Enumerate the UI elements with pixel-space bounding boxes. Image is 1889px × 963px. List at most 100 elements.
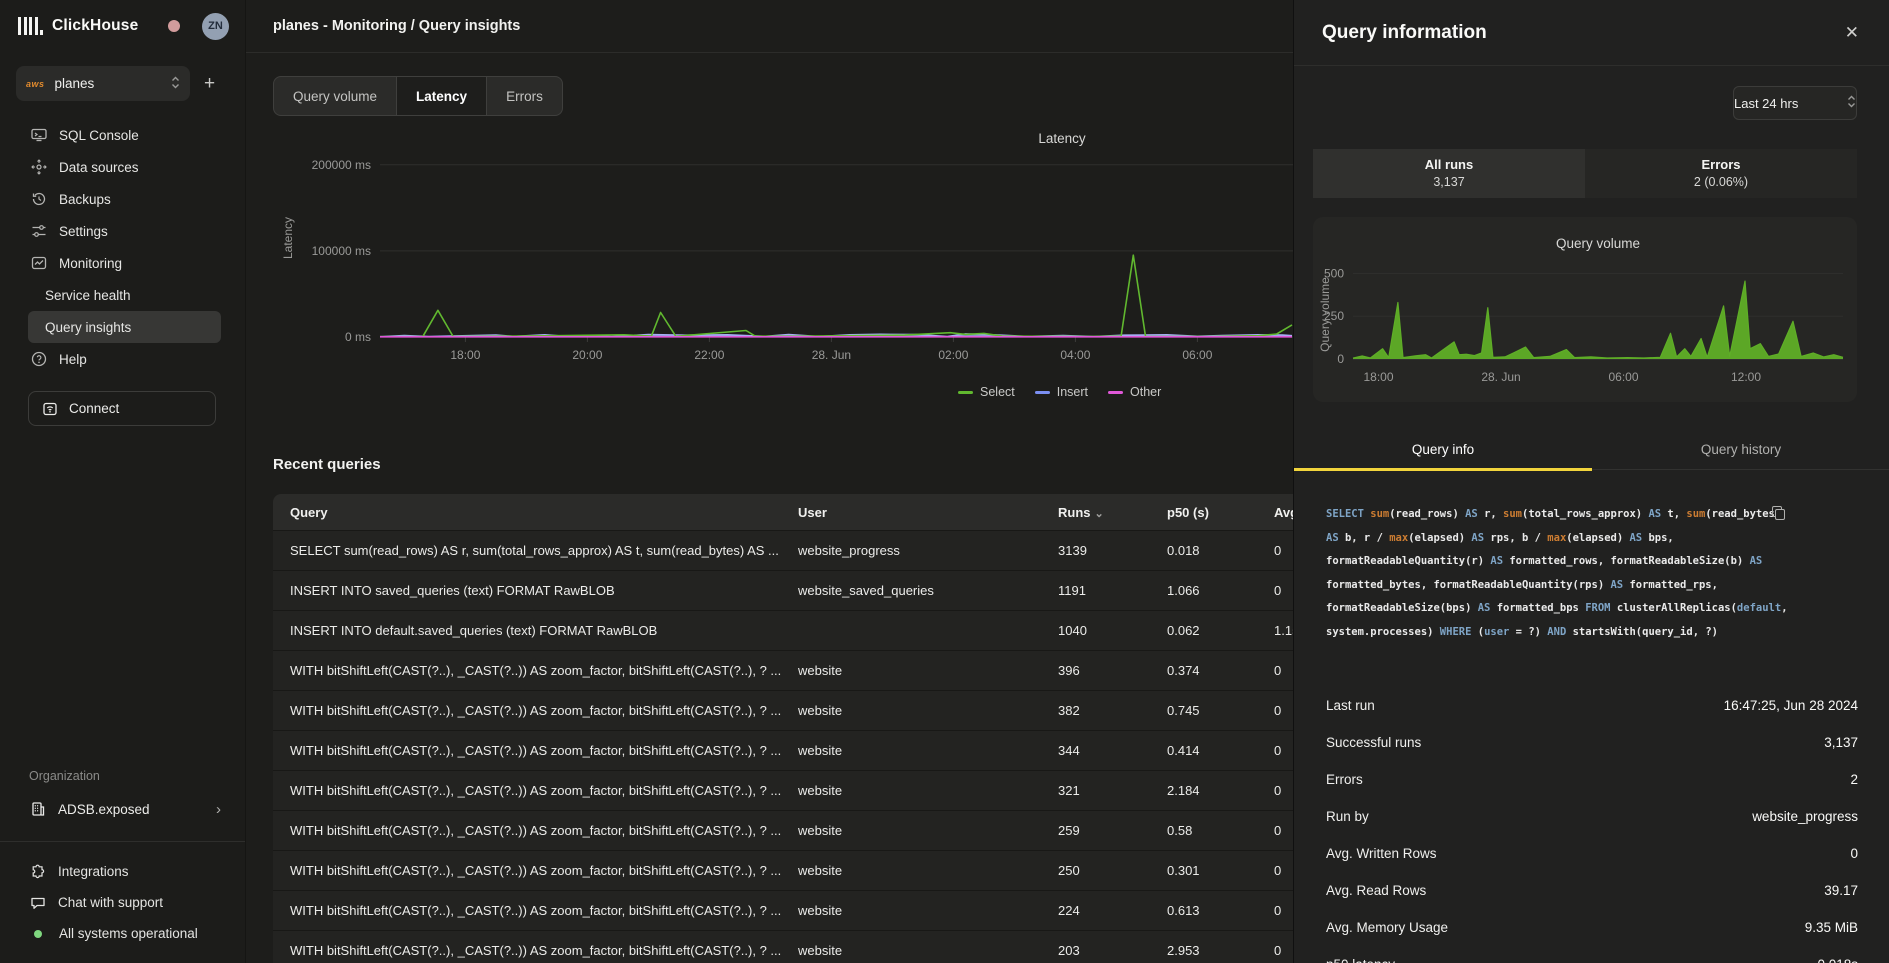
table-row[interactable]: WITH bitShiftLeft(CAST(?..), _CAST(?..))… <box>273 930 1293 963</box>
tab-query-info[interactable]: Query info <box>1294 432 1592 469</box>
column-header-runs[interactable]: Runs⌄ <box>1058 505 1167 520</box>
sort-caret-icon: ⌄ <box>1095 508 1104 520</box>
stat-row: Successful runs3,137 <box>1326 724 1858 761</box>
query-cell: WITH bitShiftLeft(CAST(?..), _CAST(?..))… <box>290 903 798 918</box>
table-row[interactable]: WITH bitShiftLeft(CAST(?..), _CAST(?..))… <box>273 770 1293 810</box>
sql-token: (elapsed) <box>1408 532 1471 544</box>
avatar[interactable]: ZN <box>202 13 229 40</box>
sidebar-item-monitoring[interactable]: Monitoring <box>0 247 245 279</box>
chat-bubble-icon <box>30 895 46 911</box>
user-cell: website <box>798 783 1058 798</box>
avg-cell: 0 <box>1274 863 1293 878</box>
table-row[interactable]: WITH bitShiftLeft(CAST(?..), _CAST(?..))… <box>273 890 1293 930</box>
runs-cell: 203 <box>1058 943 1167 958</box>
close-icon[interactable]: ✕ <box>1845 23 1859 43</box>
table-row[interactable]: WITH bitShiftLeft(CAST(?..), _CAST(?..))… <box>273 850 1293 890</box>
stat-value: 3,137 <box>1824 735 1858 750</box>
query-volume-chart: 025050018:0028. Jun06:0012:00Query volum… <box>1313 217 1857 402</box>
sidebar-item-chat-support[interactable]: Chat with support <box>0 887 245 918</box>
table-header: Query User Runs⌄ p50 (s) Avg. <box>273 494 1293 530</box>
summary-tab-label: Errors <box>1585 157 1857 172</box>
sql-token: startsWith(query_id, ?) <box>1573 626 1718 638</box>
avg-cell: 0 <box>1274 783 1293 798</box>
service-select[interactable]: aws planes <box>16 66 190 101</box>
sidebar-item-query-insights[interactable]: Query insights <box>28 311 221 343</box>
sidebar-item-sql-console[interactable]: SQL Console <box>0 119 245 151</box>
sql-token: sum <box>1503 508 1522 520</box>
query-information-panel: Query information ✕ Last 24 hrs All runs… <box>1293 0 1889 963</box>
legend-item-other[interactable]: Other <box>1108 385 1161 399</box>
time-range-select[interactable]: Last 24 hrs <box>1733 86 1857 120</box>
column-header-p50[interactable]: p50 (s) <box>1167 505 1274 520</box>
sidebar-item-help[interactable]: Help <box>0 343 245 375</box>
avg-cell: 0 <box>1274 583 1293 598</box>
sidebar-item-settings[interactable]: Settings <box>0 215 245 247</box>
breadcrumb: planes - Monitoring / Query insights <box>273 18 520 34</box>
organization-switcher[interactable]: ADSB.exposed › <box>0 793 245 825</box>
svg-text:Latency: Latency <box>281 217 295 259</box>
tab-query-history[interactable]: Query history <box>1592 432 1889 469</box>
add-service-button[interactable]: + <box>204 74 215 93</box>
sql-token: (total_rows_approx) <box>1522 508 1648 520</box>
sql-token: AS <box>1648 508 1667 520</box>
sql-code-block: SELECT sum(read_rows) AS r, sum(total_ro… <box>1326 503 1858 644</box>
p50-cell: 0.062 <box>1167 623 1274 638</box>
query-cell: WITH bitShiftLeft(CAST(?..), _CAST(?..))… <box>290 663 798 678</box>
p50-cell: 0.745 <box>1167 703 1274 718</box>
svg-text:Query volume: Query volume <box>1556 236 1640 251</box>
table-row[interactable]: WITH bitShiftLeft(CAST(?..), _CAST(?..))… <box>273 730 1293 770</box>
svg-text:22:00: 22:00 <box>694 348 724 362</box>
sql-token: user <box>1484 626 1509 638</box>
legend-swatch <box>1108 391 1123 394</box>
copy-icon[interactable] <box>1772 506 1785 520</box>
legend-label: Select <box>980 385 1015 399</box>
notification-dot-icon[interactable] <box>168 20 180 32</box>
sql-token: t, <box>1667 508 1686 520</box>
summary-tab-label: All runs <box>1313 157 1585 172</box>
table-row[interactable]: INSERT INTO saved_queries (text) FORMAT … <box>273 570 1293 610</box>
sql-token: (read_rows) <box>1389 508 1465 520</box>
table-row[interactable]: SELECT sum(read_rows) AS r, sum(total_ro… <box>273 530 1293 570</box>
organization-label: Organization <box>29 769 245 783</box>
sql-token: AS <box>1750 555 1763 567</box>
query-cell: WITH bitShiftLeft(CAST(?..), _CAST(?..))… <box>290 863 798 878</box>
connect-button[interactable]: Connect <box>28 391 216 426</box>
legend-label: Insert <box>1057 385 1088 399</box>
sidebar-item-integrations[interactable]: Integrations <box>0 856 245 887</box>
svg-text:20:00: 20:00 <box>572 348 602 362</box>
stat-value: website_progress <box>1752 809 1858 824</box>
sidebar-item-data-sources[interactable]: Data sources <box>0 151 245 183</box>
summary-tab-errors[interactable]: Errors 2 (0.06%) <box>1585 149 1857 198</box>
column-header-query[interactable]: Query <box>290 505 798 520</box>
sidebar-item-label: Settings <box>59 224 108 239</box>
table-row[interactable]: WITH bitShiftLeft(CAST(?..), _CAST(?..))… <box>273 690 1293 730</box>
sql-token: AS <box>1610 579 1629 591</box>
user-cell: website <box>798 703 1058 718</box>
column-header-avg[interactable]: Avg. <box>1274 505 1293 520</box>
sql-token: (elapsed) <box>1566 532 1629 544</box>
svg-text:06:00: 06:00 <box>1608 370 1638 384</box>
sidebar-item-service-health[interactable]: Service health <box>0 279 245 311</box>
table-row[interactable]: INSERT INTO default.saved_queries (text)… <box>273 610 1293 650</box>
sql-token: AS <box>1471 532 1490 544</box>
table-row[interactable]: WITH bitShiftLeft(CAST(?..), _CAST(?..))… <box>273 650 1293 690</box>
user-cell: website <box>798 743 1058 758</box>
user-cell: website <box>798 663 1058 678</box>
query-cell: WITH bitShiftLeft(CAST(?..), _CAST(?..))… <box>290 823 798 838</box>
sql-token: rps, b / <box>1490 532 1547 544</box>
table-row[interactable]: WITH bitShiftLeft(CAST(?..), _CAST(?..))… <box>273 810 1293 850</box>
legend-item-select[interactable]: Select <box>958 385 1015 399</box>
column-header-user[interactable]: User <box>798 505 1058 520</box>
legend-item-insert[interactable]: Insert <box>1035 385 1088 399</box>
query-cell: INSERT INTO saved_queries (text) FORMAT … <box>290 583 798 598</box>
chevron-right-icon: › <box>216 801 221 818</box>
system-status[interactable]: All systems operational <box>0 918 245 949</box>
sidebar-item-label: Integrations <box>58 864 129 879</box>
backup-restore-icon <box>30 191 47 208</box>
user-cell: website_progress <box>798 543 1058 558</box>
user-cell: website <box>798 943 1058 958</box>
sidebar-item-backups[interactable]: Backups <box>0 183 245 215</box>
summary-tab-all-runs[interactable]: All runs 3,137 <box>1313 149 1585 198</box>
stat-row: Last run16:47:25, Jun 28 2024 <box>1326 687 1858 724</box>
panel-title: Query information <box>1322 22 1487 44</box>
